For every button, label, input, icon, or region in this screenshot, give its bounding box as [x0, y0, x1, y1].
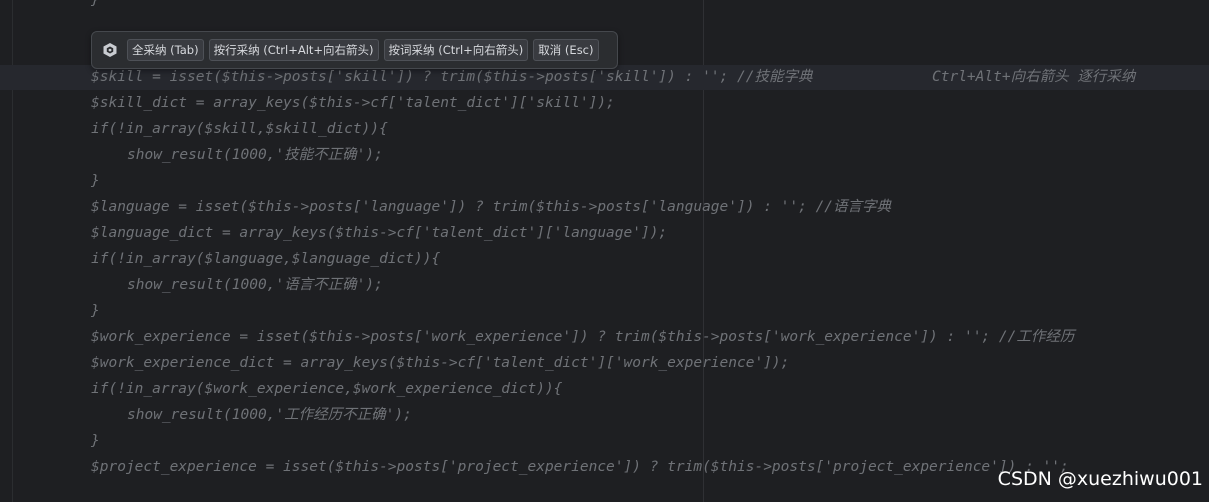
code-line[interactable]: show_result(1000,'语言不正确');	[127, 273, 383, 297]
code-line[interactable]: }	[91, 429, 100, 453]
code-line[interactable]: $language_dict = array_keys($this->cf['t…	[91, 221, 667, 245]
code-line[interactable]: $skill_dict = array_keys($this->cf['tale…	[91, 91, 615, 115]
ai-assistant-logo-icon	[101, 41, 119, 59]
inline-accept-hint: Ctrl+Alt+向右箭头 逐行采纳	[932, 69, 1136, 85]
code-line[interactable]: $work_experience = isset($this->posts['w…	[91, 325, 1074, 349]
accept-line-button[interactable]: 按行采纳 (Ctrl+Alt+向右箭头)	[208, 39, 379, 61]
code-line[interactable]: }	[91, 299, 100, 323]
code-line[interactable]: $work_experience_dict = array_keys($this…	[91, 351, 789, 375]
ai-completion-popup: 全采纳 (Tab) 按行采纳 (Ctrl+Alt+向右箭头) 按词采纳 (Ctr…	[91, 31, 618, 69]
cancel-button[interactable]: 取消 (Esc)	[533, 39, 599, 61]
code-line[interactable]: if(!in_array($language,$language_dict)){	[91, 247, 440, 271]
accept-all-button[interactable]: 全采纳 (Tab)	[127, 39, 204, 61]
accept-word-button[interactable]: 按词采纳 (Ctrl+向右箭头)	[383, 39, 529, 61]
code-editor[interactable]: } $skill = isset($this->posts['skill']) …	[0, 0, 1209, 502]
code-line[interactable]: if(!in_array($work_experience,$work_expe…	[91, 377, 562, 401]
code-line[interactable]: $language = isset($this->posts['language…	[91, 195, 891, 219]
code-line-partial[interactable]: }	[91, 0, 100, 12]
code-line[interactable]: }	[91, 169, 100, 193]
code-line[interactable]: $project_experience = isset($this->posts…	[91, 455, 1069, 479]
watermark: CSDN @xuezhiwu001	[997, 468, 1203, 490]
code-line[interactable]: if(!in_array($skill,$skill_dict)){	[91, 117, 388, 141]
code-line[interactable]: show_result(1000,'工作经历不正确');	[127, 403, 412, 427]
code-line[interactable]: show_result(1000,'技能不正确');	[127, 143, 383, 167]
